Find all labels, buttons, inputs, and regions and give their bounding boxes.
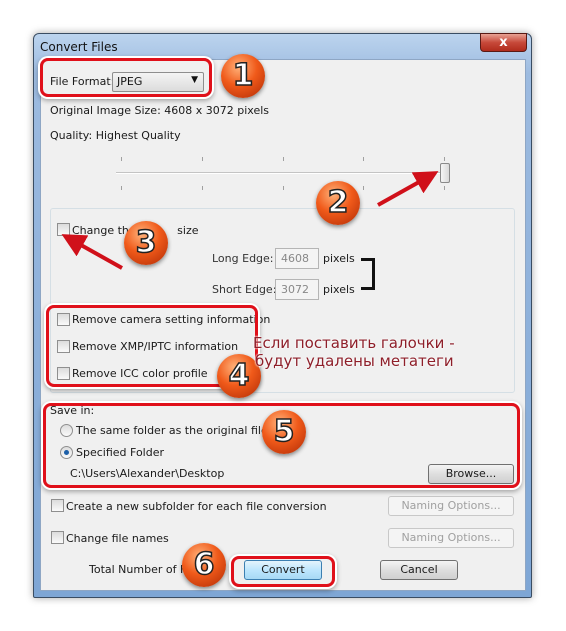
step-badge-6: 6: [182, 543, 226, 587]
annotation-arrows: [61, 171, 439, 270]
arrow-to-slider: [377, 171, 439, 207]
annotation-text-line-1: Если поставить галочки -: [253, 334, 455, 352]
annotation-text-line-2: будут удалены метатеги: [255, 352, 454, 370]
step-badge-5: 5: [262, 410, 306, 454]
step-badge-2: 2: [316, 181, 360, 225]
step-badge-1: 1: [221, 54, 265, 98]
arrow-to-checkbox: [61, 234, 123, 270]
step-badge-3: 3: [124, 221, 168, 265]
